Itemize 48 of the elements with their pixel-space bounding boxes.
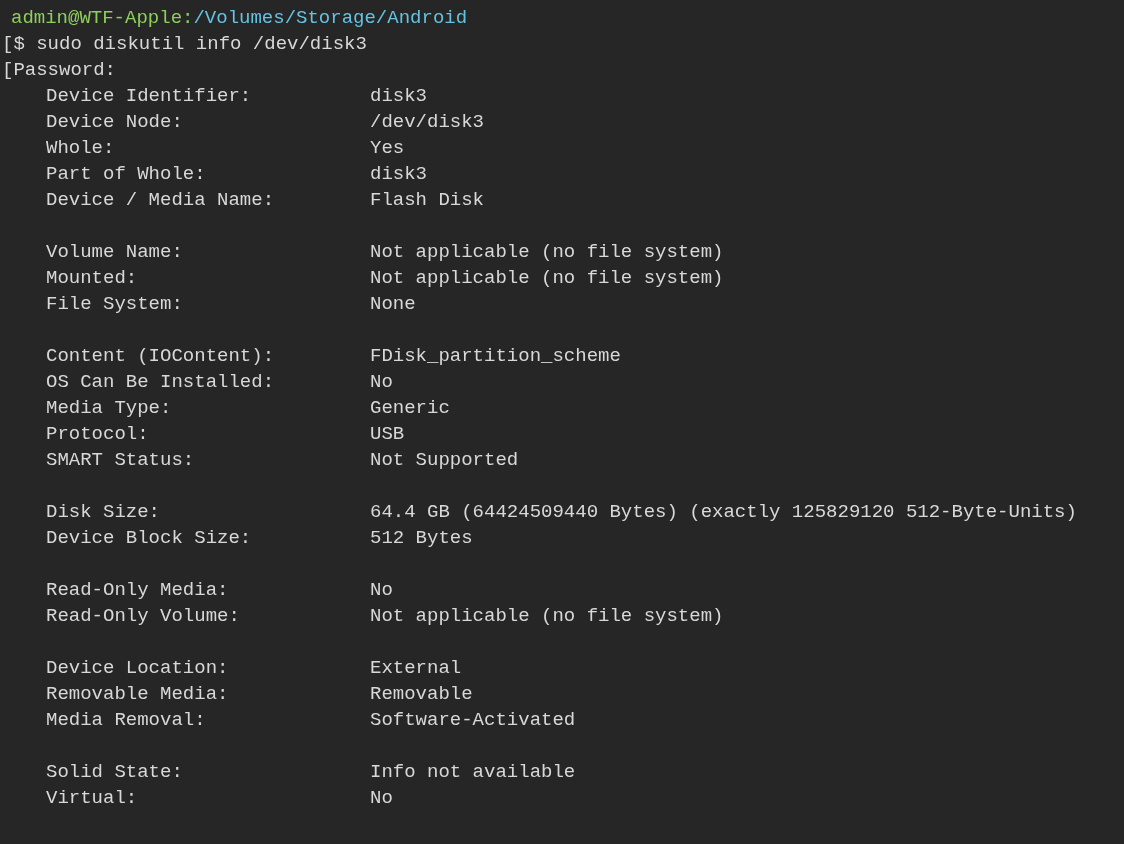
field-value: 512 Bytes xyxy=(370,526,473,551)
field-value: Info not available xyxy=(370,760,576,785)
field-label: Content (IOContent): xyxy=(46,344,275,369)
field-value: Software-Activated xyxy=(370,708,576,733)
field-label: Device / Media Name: xyxy=(46,188,275,213)
field-value: No xyxy=(370,786,393,811)
field-value: FDisk_partition_scheme xyxy=(370,344,621,369)
prompt-user-host: admin@WTF-Apple: xyxy=(11,6,194,31)
field-label: Protocol: xyxy=(46,422,149,447)
field-label: SMART Status: xyxy=(46,448,195,473)
field-label: Device Block Size: xyxy=(46,526,252,551)
field-label: Volume Name: xyxy=(46,240,183,265)
field-value: Generic xyxy=(370,396,450,421)
field-value: External xyxy=(370,656,462,681)
field-value: Flash Disk xyxy=(370,188,485,213)
field-value: Yes xyxy=(370,136,405,161)
password-prompt: [Password: xyxy=(2,58,117,83)
field-label: Disk Size: xyxy=(46,500,161,525)
field-value: disk3 xyxy=(370,84,427,109)
field-value: disk3 xyxy=(370,162,427,187)
field-value: 64.4 GB (64424509440 Bytes) (exactly 125829120 512-Byte-Units) xyxy=(370,500,1077,525)
field-label: Media Removal: xyxy=(46,708,206,733)
field-label: Solid State: xyxy=(46,760,183,785)
field-value: /dev/disk3 xyxy=(370,110,485,135)
field-label: Media Type: xyxy=(46,396,172,421)
field-label: File System: xyxy=(46,292,183,317)
field-value: Not applicable (no file system) xyxy=(370,240,724,265)
field-value: Not Supported xyxy=(370,448,519,473)
field-label: Device Node: xyxy=(46,110,183,135)
field-value: Not applicable (no file system) xyxy=(370,604,724,629)
field-label: OS Can Be Installed: xyxy=(46,370,275,395)
prompt-path: /Volumes/Storage/Android xyxy=(193,6,468,31)
field-label: Whole: xyxy=(46,136,115,161)
field-value: Removable xyxy=(370,682,473,707)
field-label: Device Identifier: xyxy=(46,84,252,109)
field-label: Read-Only Volume: xyxy=(46,604,240,629)
field-value: None xyxy=(370,292,416,317)
field-label: Virtual: xyxy=(46,786,138,811)
field-value: USB xyxy=(370,422,405,447)
command-line: [$ sudo diskutil info /dev/disk3 xyxy=(2,32,367,57)
field-label: Read-Only Media: xyxy=(46,578,229,603)
field-value: Not applicable (no file system) xyxy=(370,266,724,291)
field-label: Removable Media: xyxy=(46,682,229,707)
field-label: Device Location: xyxy=(46,656,229,681)
field-label: Part of Whole: xyxy=(46,162,206,187)
field-value: No xyxy=(370,578,393,603)
field-value: No xyxy=(370,370,393,395)
field-label: Mounted: xyxy=(46,266,138,291)
